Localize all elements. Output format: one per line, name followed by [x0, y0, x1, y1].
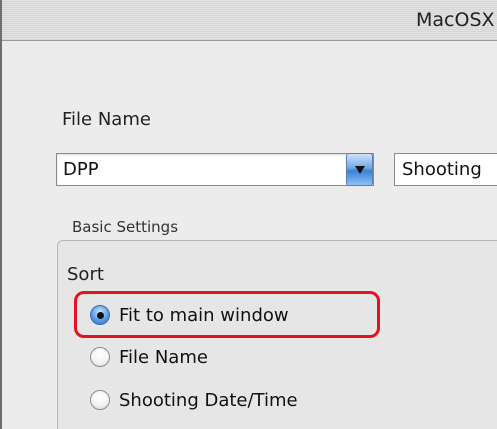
basic-settings-title: Basic Settings [72, 218, 179, 236]
sort-option-shooting-date-time[interactable]: Shooting Date/Time [90, 386, 298, 414]
sort-option-label[interactable]: File Name [119, 347, 208, 368]
file-name-second-select[interactable]: Shooting [394, 153, 497, 186]
combo-dropdown-button[interactable] [346, 153, 373, 186]
radio-unselected-icon[interactable] [90, 390, 110, 410]
highlight-annotation [74, 291, 380, 338]
file-name-combo-value[interactable]: DPP [63, 159, 99, 180]
file-name-combo[interactable]: DPP [56, 153, 374, 186]
file-name-second-select-value[interactable]: Shooting [402, 159, 482, 180]
file-name-label: File Name [62, 109, 151, 130]
title-bar[interactable]: MacOSX [2, 0, 497, 41]
sort-option-file-name[interactable]: File Name [90, 343, 208, 371]
radio-unselected-icon[interactable] [90, 347, 110, 367]
chevron-down-icon [355, 166, 365, 174]
sort-option-label[interactable]: Shooting Date/Time [119, 390, 298, 411]
sort-label: Sort [67, 264, 104, 285]
dialog-window: MacOSX File Name DPP Shooting Basic Sett… [0, 0, 497, 429]
window-title: MacOSX [416, 9, 495, 31]
